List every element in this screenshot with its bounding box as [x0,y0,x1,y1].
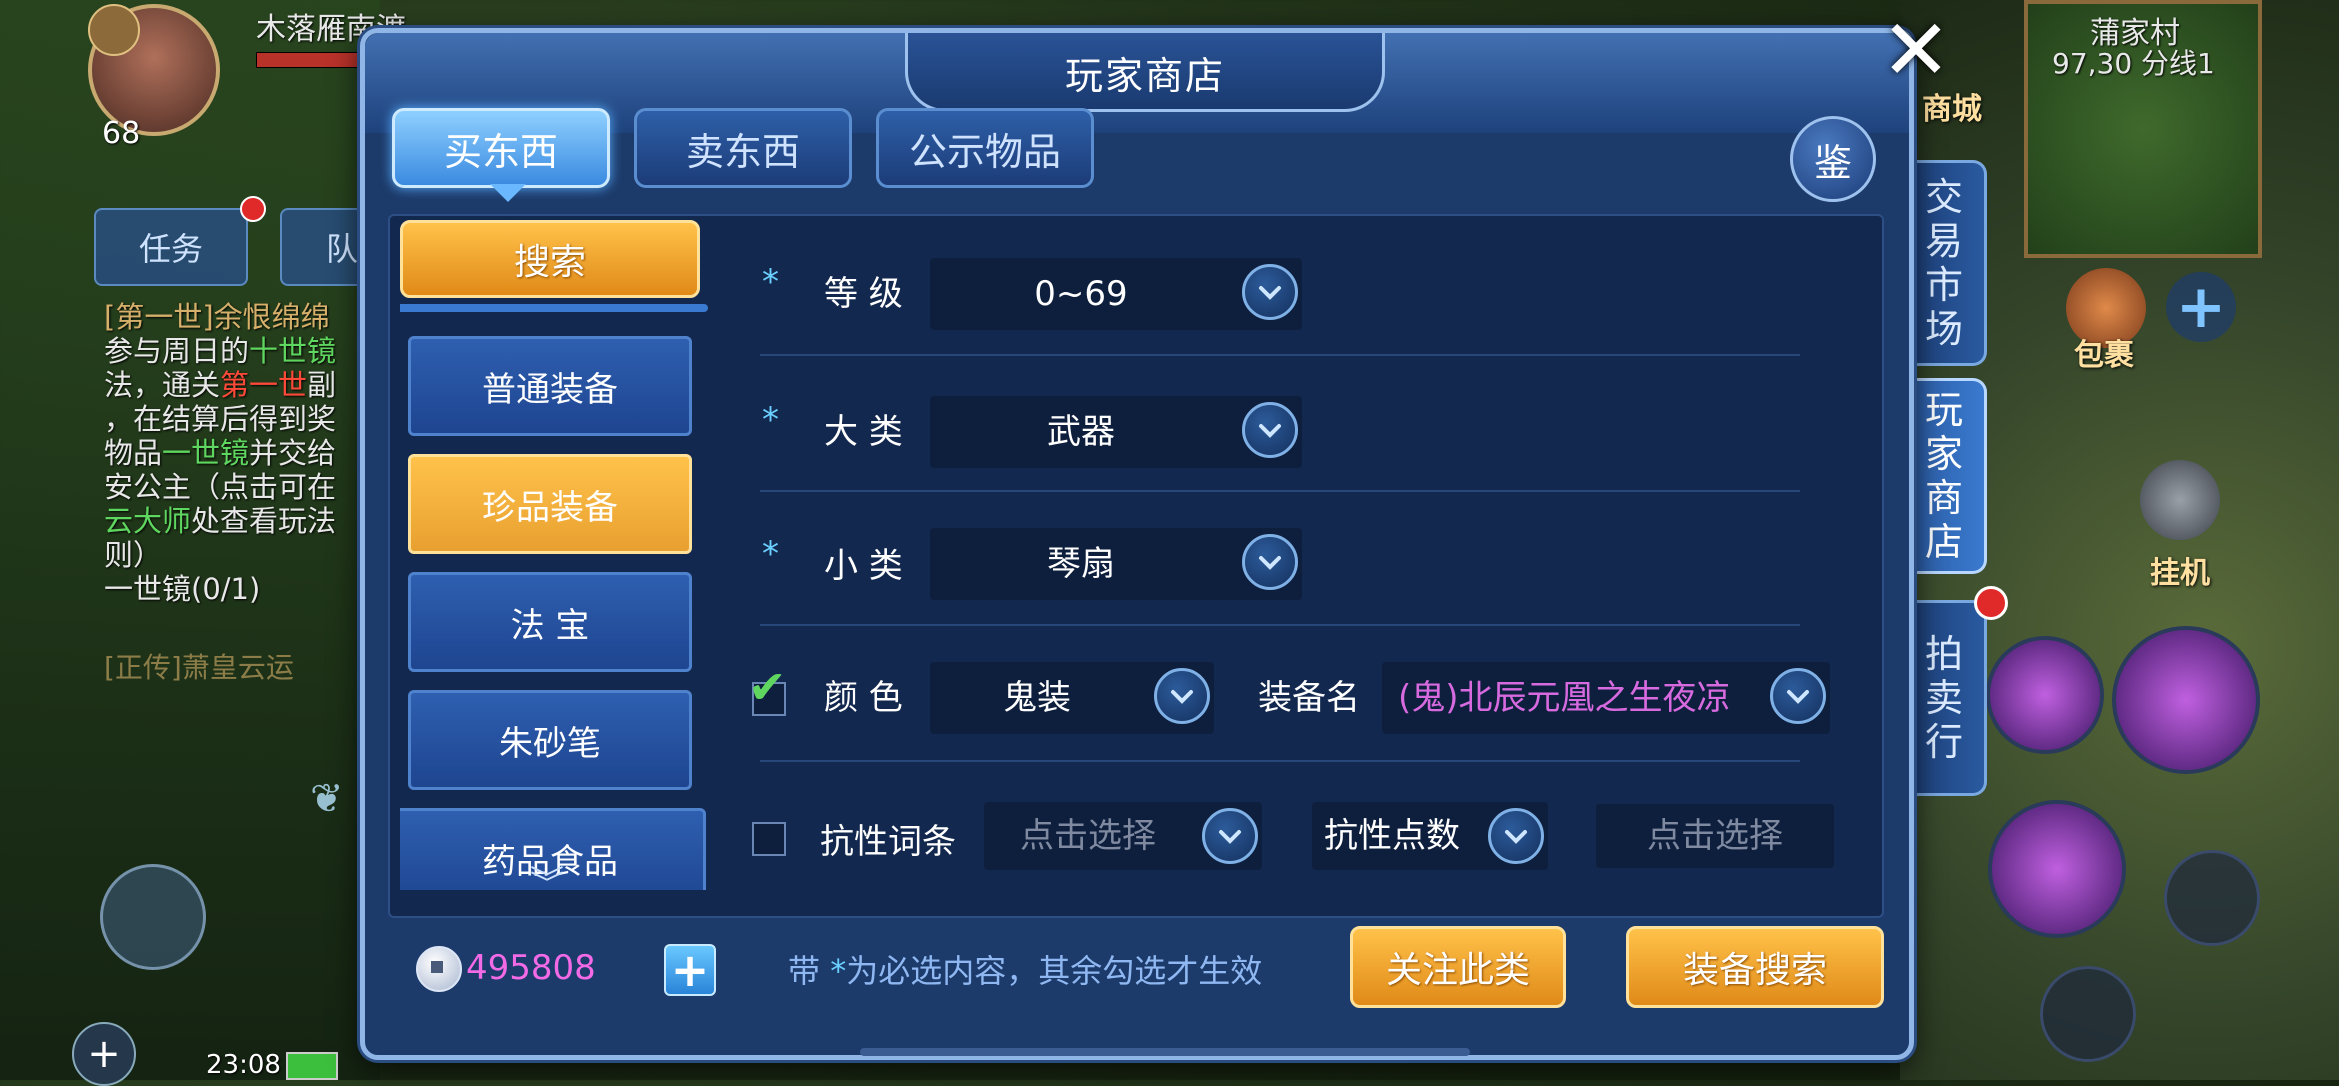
divider [760,490,1800,492]
active-tab-pointer [490,184,526,202]
skill-slot-2[interactable] [2112,626,2260,774]
major-class-value: 武器 [1047,412,1115,452]
minor-class-label: 小 类 [824,546,903,586]
equip-name-dropdown[interactable]: (鬼)北辰元凰之生夜凉 [1382,662,1830,734]
side-tab-player-shop[interactable]: 玩家商店 [1904,378,1987,574]
minor-class-value: 琴扇 [1047,544,1115,584]
search-form: * 等 级 0~69 * 大 类 武器 * 小 类 琴扇 ✔ 颜 色 鬼装 装备… [740,220,1890,890]
quest-title: [第一世]余恨绵绵 [104,300,330,334]
hint-text: 带 *为必选内容，其余勾选才生效 [788,952,1263,990]
clock: 23:08 [206,1050,281,1080]
required-star: * [762,400,779,440]
equip-name-value: (鬼)北辰元凰之生夜凉 [1398,678,1731,718]
category-normal-equipment[interactable]: 普通装备 [408,336,692,436]
category-list[interactable]: 搜索 普通装备 珍品装备 法 宝 朱砂笔 药品食品 ︾ [400,220,716,890]
butterfly-ornament-icon: ❦ [310,776,344,822]
checkmark-icon: ✔ [748,660,787,714]
tab-buy[interactable]: 买东西 [392,108,610,188]
resist-points-dropdown[interactable]: 抗性点数 [1312,802,1548,870]
tab-team-label: 队 [325,230,358,268]
chevron-down-icon[interactable] [1242,402,1298,458]
major-class-dropdown[interactable]: 武器 [930,396,1302,468]
quest-line: 参与周日的十世镜 [104,334,337,368]
resist-points-label: 抗性点数 [1324,816,1460,856]
side-tab-trade-market[interactable]: 交易市场 [1904,160,1987,366]
add-currency-button[interactable]: + [664,943,716,997]
joystick[interactable] [100,864,206,970]
category-magic-treasure[interactable]: 法 宝 [408,572,692,672]
chevron-down-icon[interactable] [1202,808,1258,864]
color-dropdown[interactable]: 鬼装 [930,662,1214,734]
crossed-swords-icon[interactable] [2140,460,2220,540]
hangup-label: 挂机 [2150,556,2210,591]
chevron-down-icon[interactable] [1488,808,1544,864]
title-cap: 玩家商店 [905,33,1385,112]
quest-line: 物品一世镜并交给 [104,436,337,470]
expand-menu-button[interactable]: + [72,1022,136,1086]
chevron-down-icon[interactable] [1242,264,1298,320]
follow-category-button[interactable]: 关注此类 [1350,926,1566,1008]
divider [760,760,1800,762]
player-level: 68 [102,116,141,151]
quest-progress: 一世镜(0/1) [104,572,261,606]
chevron-down-icon[interactable] [1154,668,1210,724]
resist-entry-dropdown[interactable]: 点击选择 [984,802,1262,870]
side-tab-auction[interactable]: 拍卖行 [1904,600,1987,796]
chevron-down-icon[interactable] [1242,534,1298,590]
currency-amount: 495808 [466,948,596,988]
lock-target-button[interactable] [2164,850,2260,946]
scroll-down-icon[interactable]: ︾ [530,856,564,890]
tab-public-items[interactable]: 公示物品 [876,108,1094,188]
equip-search-button[interactable]: 装备搜索 [1626,926,1884,1008]
chevron-down-icon[interactable] [1770,668,1826,724]
quest-line: 云大师处查看玩法 [104,504,337,538]
pet-avatar[interactable] [88,4,140,56]
quest-tracker[interactable]: [第一世]余恨绵绵 参与周日的十世镜 法，通关第一世副 ，在结算后得到奖 物品一… [104,300,364,606]
skill-slot-4[interactable] [2040,966,2136,1062]
category-rare-equipment[interactable]: 珍品装备 [408,454,692,554]
minor-class-dropdown[interactable]: 琴扇 [930,528,1302,600]
auction-badge [1974,586,2008,620]
quest-notification-dot [240,196,266,222]
required-star: * [762,262,779,302]
panel-title: 玩家商店 [1064,54,1225,98]
tab-quest-label: 任务 [138,230,203,268]
color-value: 鬼装 [1003,678,1071,718]
major-class-label: 大 类 [824,412,903,452]
level-label: 等 级 [824,274,903,314]
color-label: 颜 色 [824,678,903,718]
resist-entry-label: 抗性词条 [820,822,956,862]
required-star: * [762,534,779,574]
resist-entry-placeholder: 点击选择 [1020,816,1156,856]
skill-slot-3[interactable] [1988,800,2126,938]
divider [760,354,1800,356]
appraise-button[interactable]: 鉴 [1790,116,1876,202]
tab-quest[interactable]: 任务 [94,208,248,286]
level-dropdown[interactable]: 0~69 [930,258,1302,330]
quest-line: ，在结算后得到奖 [104,402,337,436]
quest-line: 安公主（点击可在 [104,470,337,504]
map-coord: 97,30 分线1 [2052,47,2215,80]
silver-coin-icon [416,946,462,992]
resist-points-input[interactable]: 点击选择 [1596,804,1834,868]
quest-line: 法，通关第一世副 [104,368,337,402]
skill-slot-1[interactable] [1986,636,2104,754]
search-category-button[interactable]: 搜索 [400,220,700,298]
divider [760,624,1800,626]
resist-entry-checkbox[interactable] [752,822,786,856]
quest-line: 则） [104,538,163,572]
level-value: 0~69 [1034,274,1128,314]
battery-icon [286,1052,338,1080]
search-underline [400,304,708,312]
tab-sell[interactable]: 卖东西 [634,108,852,188]
category-cinnabar-brush[interactable]: 朱砂笔 [408,690,692,790]
quest-secondary[interactable]: [正传]萧皇云运 [104,646,294,686]
bag-label: 包裹 [2074,338,2134,373]
panel-bottom-bar [860,1048,1470,1056]
close-icon[interactable]: ✕ [1880,8,1952,92]
add-shortcut-button[interactable]: + [2166,272,2236,342]
equip-name-label: 装备名 [1258,678,1360,718]
